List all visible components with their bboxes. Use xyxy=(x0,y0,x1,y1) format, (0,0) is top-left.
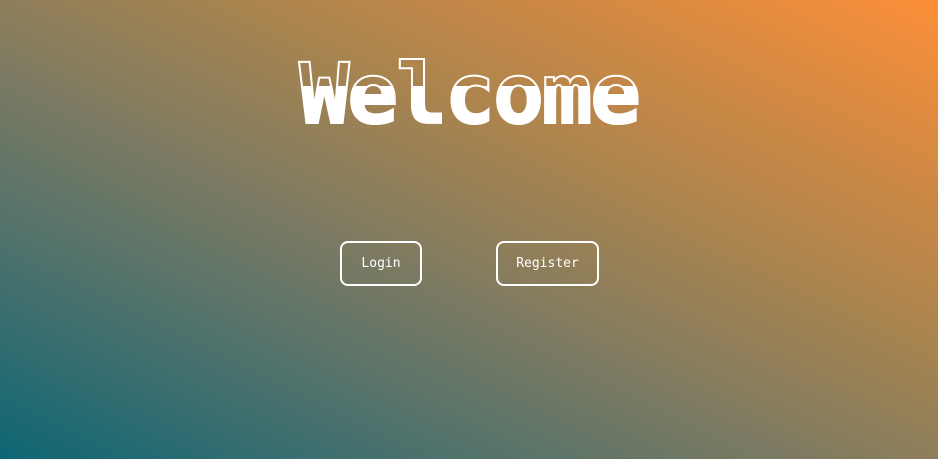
welcome-screen: Welcome Login Register xyxy=(0,0,938,459)
welcome-title: Welcome xyxy=(0,44,938,144)
register-button[interactable]: Register xyxy=(496,241,599,286)
login-button[interactable]: Login xyxy=(340,241,422,286)
